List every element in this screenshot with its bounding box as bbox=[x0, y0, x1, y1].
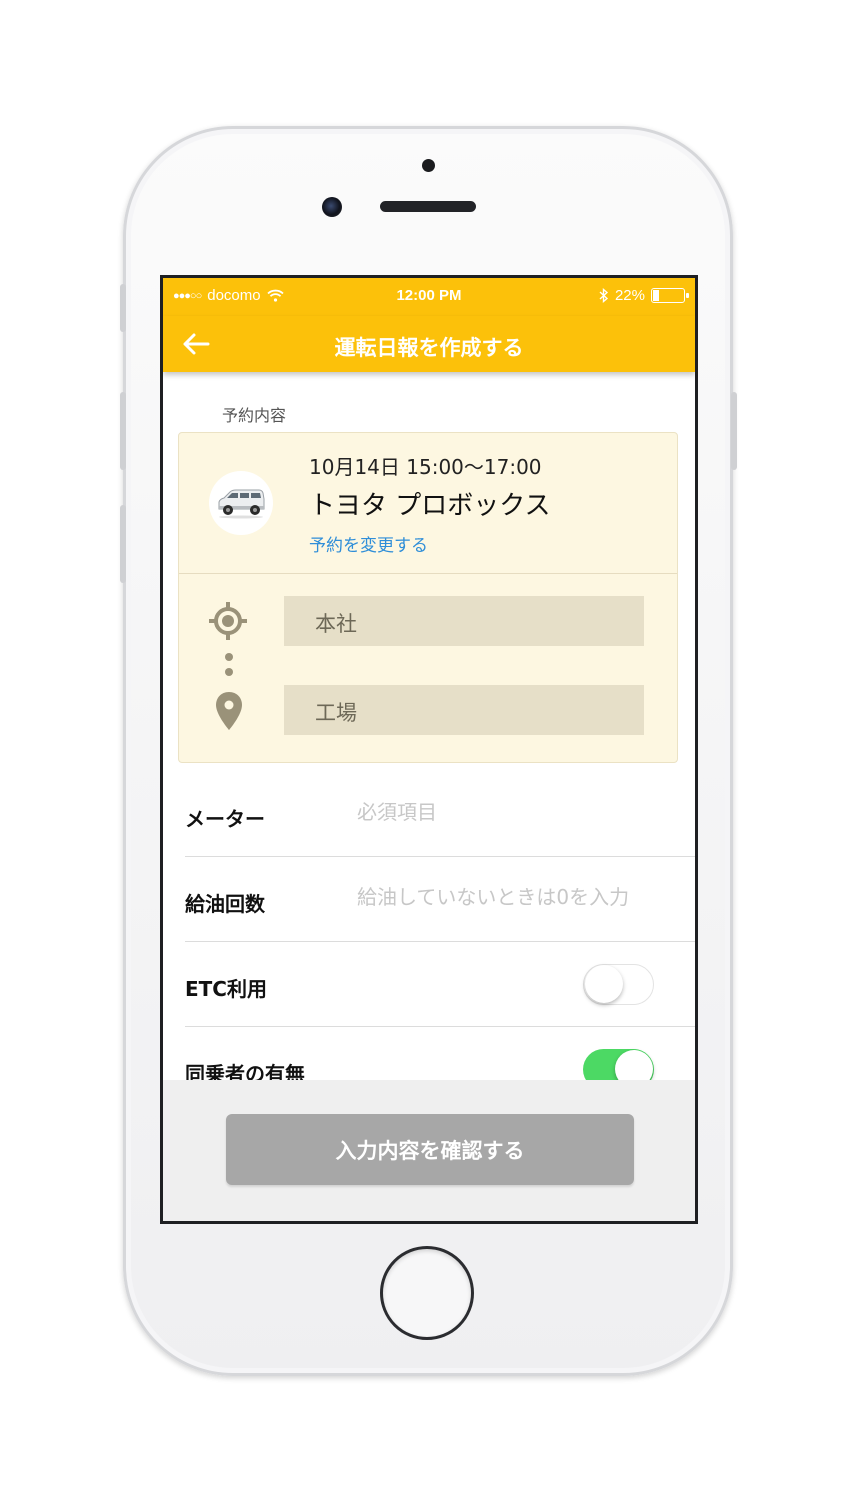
form-row-meter: メーター bbox=[185, 772, 695, 857]
form-row-refuel: 給油回数 bbox=[185, 857, 695, 942]
card-divider bbox=[179, 573, 677, 574]
earpiece-speaker bbox=[380, 201, 476, 212]
etc-toggle[interactable] bbox=[583, 964, 654, 1005]
front-camera bbox=[322, 197, 342, 217]
vehicle-name: トヨタ プロボックス bbox=[309, 491, 551, 521]
volume-down-button bbox=[120, 505, 126, 583]
navigation-bar: 運転日報を作成する bbox=[163, 316, 695, 372]
confirm-button[interactable]: 入力内容を確認する bbox=[226, 1114, 634, 1185]
destination-field[interactable]: 工場 bbox=[284, 685, 644, 735]
origin-field[interactable]: 本社 bbox=[284, 596, 644, 646]
crosshair-icon bbox=[209, 602, 247, 640]
refuel-count-input[interactable] bbox=[357, 885, 677, 909]
etc-label: ETC利用 bbox=[185, 977, 267, 1001]
volume-up-button bbox=[120, 392, 126, 470]
footer-bar: 入力内容を確認する bbox=[163, 1080, 695, 1221]
car-avatar bbox=[209, 471, 273, 535]
toggle-knob bbox=[585, 965, 623, 1003]
route-dot bbox=[225, 668, 233, 676]
home-button[interactable] bbox=[380, 1246, 474, 1340]
change-reservation-link[interactable]: 予約を変更する bbox=[309, 531, 428, 556]
map-pin-icon bbox=[216, 692, 242, 730]
battery-fill bbox=[653, 290, 660, 301]
form-row-etc: ETC利用 bbox=[185, 942, 695, 1027]
power-button bbox=[731, 392, 737, 470]
route-dot bbox=[225, 653, 233, 661]
status-right: 22% bbox=[599, 287, 689, 304]
reservation-datetime: 10月14日 15:00〜17:00 bbox=[309, 455, 542, 479]
proximity-sensor bbox=[422, 159, 435, 172]
battery-percent: 22% bbox=[614, 287, 645, 304]
meter-input[interactable] bbox=[357, 800, 677, 824]
bluetooth-icon bbox=[599, 288, 609, 303]
refuel-count-label: 給油回数 bbox=[185, 892, 265, 916]
app-screen: ●●●○○ docomo 12:00 PM 22% 運転日報を作成する 予約内容 bbox=[160, 275, 698, 1224]
reservation-card: 10月14日 15:00〜17:00 トヨタ プロボックス 予約を変更する 本社… bbox=[178, 432, 678, 763]
mute-switch bbox=[120, 284, 126, 332]
page-title: 運転日報を作成する bbox=[334, 336, 524, 360]
battery-icon bbox=[651, 288, 689, 303]
meter-label: メーター bbox=[185, 807, 265, 831]
status-bar: ●●●○○ docomo 12:00 PM 22% bbox=[163, 278, 695, 316]
car-icon bbox=[218, 489, 265, 519]
section-label-reservation: 予約内容 bbox=[222, 406, 287, 425]
